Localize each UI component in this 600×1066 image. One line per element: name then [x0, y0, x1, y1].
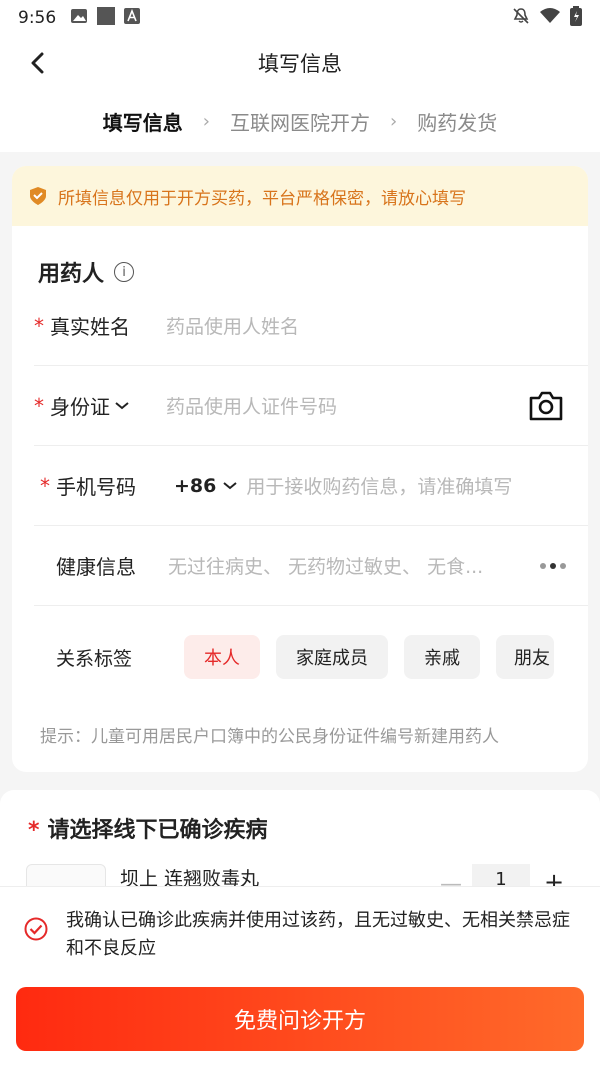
patient-hint: 提示：儿童可用居民户口簿中的公民身份证件编号新建用药人: [40, 727, 499, 747]
privacy-notice: 所填信息仅用于开方买药，平台严格保密，请放心填写: [12, 166, 588, 226]
page-title: 填写信息: [258, 52, 342, 76]
phone-input[interactable]: 用于接收购药信息，请准确填写: [246, 472, 512, 499]
tag-self[interactable]: 本人: [184, 635, 260, 679]
id-label-text: 身份证: [50, 395, 110, 419]
name-row: * 真实姓名 药品使用人姓名: [34, 286, 588, 366]
disease-title-text: 请选择线下已确诊疾病: [47, 818, 268, 843]
disease-card: * 请选择线下已确诊疾病 坝上 连翘败毒丸 — 1 +: [0, 790, 600, 890]
patient-section-title: 用药人 i: [38, 256, 135, 288]
id-row: * 身份证 药品使用人证件号码: [34, 366, 588, 446]
phone-row: * 手机号码 +86 用于接收购药信息，请准确填写: [34, 446, 588, 526]
required-mark: *: [40, 473, 50, 498]
disease-section-title: * 请选择线下已确诊疾病: [28, 812, 268, 844]
name-input[interactable]: 药品使用人姓名: [166, 312, 299, 339]
gallery-icon: [70, 8, 88, 29]
back-arrow-icon: [31, 52, 44, 74]
notice-text: 所填信息仅用于开方买药，平台严格保密，请放心填写: [58, 188, 466, 209]
step-shipping: 购药发货: [417, 110, 498, 135]
required-mark: *: [28, 818, 40, 843]
battery-icon: [570, 5, 582, 31]
country-code-text: +86: [174, 474, 217, 497]
status-bar: 9:56: [0, 0, 600, 36]
free-consult-button[interactable]: 免费问诊开方: [16, 987, 584, 1051]
bottom-bar: 我确认已确诊此疾病并使用过该药，且无过敏史、无相关禁忌症和不良反应 免费问诊开方: [0, 886, 600, 1066]
checkbox-checked-icon[interactable]: [24, 917, 48, 941]
country-code-selector[interactable]: +86: [174, 475, 238, 497]
agreement: 我确认已确诊此疾病并使用过该药，且无过敏史、无相关禁忌症和不良反应: [24, 907, 580, 963]
chevron-down-icon: [223, 481, 238, 489]
relation-row: 关系标签 本人 家庭成员 亲戚 朋友: [56, 632, 576, 682]
phone-label: * 手机号码: [34, 471, 174, 500]
required-mark: *: [34, 393, 44, 418]
shield-icon: [30, 187, 46, 205]
step-online-prescription: 互联网医院开方: [230, 110, 370, 135]
mute-icon: [512, 7, 530, 30]
name-label: * 真实姓名: [34, 311, 166, 340]
tag-family[interactable]: 家庭成员: [276, 635, 388, 679]
required-mark: *: [34, 313, 44, 338]
name-label-text: 真实姓名: [50, 315, 130, 339]
tag-relative[interactable]: 亲戚: [404, 635, 480, 679]
progress-steps: 填写信息 › 互联网医院开方 › 购药发货: [0, 90, 600, 152]
chevron-right-icon: ›: [202, 110, 210, 132]
tag-friend[interactable]: 朋友: [496, 635, 554, 679]
square-icon: [96, 6, 116, 31]
more-icon[interactable]: [540, 563, 566, 569]
agreement-text: 我确认已确诊此疾病并使用过该药，且无过敏史、无相关禁忌症和不良反应: [66, 910, 570, 959]
patient-title-text: 用药人: [38, 262, 105, 287]
id-number-input[interactable]: 药品使用人证件号码: [166, 392, 337, 419]
back-button[interactable]: [22, 48, 52, 78]
health-label: 健康信息: [56, 555, 136, 579]
relation-label: 关系标签: [56, 647, 133, 670]
chevron-right-icon: ›: [390, 110, 398, 132]
id-type-selector[interactable]: * 身份证: [34, 391, 166, 420]
chevron-down-icon: [115, 401, 129, 409]
wifi-icon: [540, 7, 560, 29]
patient-card: 所填信息仅用于开方买药，平台严格保密，请放心填写 用药人 i * 真实姓名 药品…: [12, 166, 588, 772]
phone-label-text: 手机号码: [56, 475, 136, 499]
health-info-value[interactable]: 无过往病史、 无药物过敏史、 无食...: [168, 552, 483, 579]
health-row[interactable]: 健康信息 无过往病史、 无药物过敏史、 无食...: [34, 526, 588, 606]
step-fill-info: 填写信息: [102, 110, 183, 135]
info-icon[interactable]: i: [114, 262, 135, 282]
camera-icon[interactable]: [528, 390, 564, 422]
top-header: 填写信息: [0, 36, 600, 90]
font-a-icon: [124, 7, 141, 29]
status-time: 9:56: [18, 8, 57, 28]
